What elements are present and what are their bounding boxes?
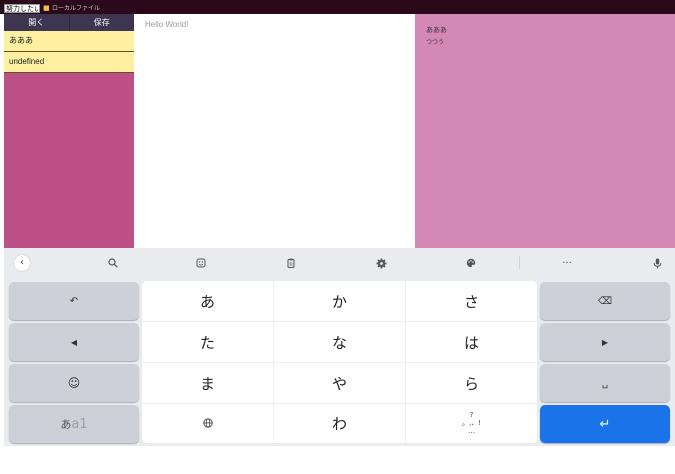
preview-line: あああ [426, 26, 447, 34]
backspace-key[interactable]: ⌫ [540, 282, 670, 320]
emoji-icon: ☺ [67, 376, 81, 390]
enter-key[interactable]: ↵ [540, 405, 670, 443]
emoji-key[interactable]: ☺ [9, 364, 139, 402]
key-ta[interactable]: た [142, 322, 273, 362]
space-key[interactable]: ␣ [540, 364, 670, 402]
top-bar: 努力したい ■ ローカルファイル [0, 0, 675, 14]
globe-icon [202, 418, 213, 428]
key-ma[interactable]: ま [142, 363, 273, 403]
palette-icon[interactable] [461, 248, 481, 278]
top-search-input[interactable]: 努力したい [4, 4, 40, 13]
undo-key[interactable]: ↶ [9, 282, 139, 320]
undo-icon: ↶ [69, 295, 79, 307]
kana-key-panel: あ か さ た な は ま や ら わ ? 。,、! … [142, 281, 537, 443]
punct-mid: 。,、! [461, 419, 482, 427]
enter-icon: ↵ [599, 416, 611, 432]
cursor-right-key[interactable]: ▶ [540, 323, 670, 361]
arrow-left-icon: ◀ [70, 337, 78, 347]
key-wa[interactable]: わ [274, 403, 405, 443]
punct-top: ? [469, 411, 474, 419]
preview-pane: あああ つつう [415, 14, 675, 248]
open-button[interactable]: 開く [4, 14, 69, 31]
key-ka[interactable]: か [274, 281, 405, 321]
space-icon: ␣ [601, 377, 609, 389]
toolbar-divider [519, 256, 520, 269]
sidebar-header: 開く 保存 [4, 14, 134, 31]
arrow-right-icon: ▶ [601, 337, 609, 347]
editor-placeholder: Hello World! [145, 20, 189, 29]
key-na[interactable]: な [274, 322, 405, 362]
save-button[interactable]: 保存 [68, 14, 135, 31]
file-list-item[interactable]: undefined [4, 52, 134, 73]
editor-textarea[interactable]: Hello World! [134, 14, 415, 248]
file-list-item[interactable]: あああ [4, 31, 134, 52]
backspace-icon: ⌫ [597, 295, 613, 307]
chevron-left-icon[interactable]: ‹ [14, 255, 30, 271]
settings-icon[interactable] [371, 248, 391, 278]
key-a[interactable]: あ [142, 281, 273, 321]
folder-icon: ■ [43, 4, 50, 12]
sticker-icon[interactable] [191, 248, 211, 278]
sidebar: 開く 保存 あああ undefined [4, 14, 134, 248]
keyboard-toolbar: ‹ ··· [4, 248, 675, 278]
globe-key[interactable] [142, 403, 273, 443]
clipboard-icon[interactable] [281, 248, 301, 278]
top-status-text: ローカルファイル [52, 5, 101, 12]
key-ya[interactable]: や [274, 363, 405, 403]
more-icon[interactable]: ··· [557, 248, 577, 278]
on-screen-keyboard: ‹ ··· ↶ ◀ ☺ あ a1 あ か さ た な は ま や ら わ ? 。… [4, 248, 675, 446]
mic-icon[interactable] [647, 248, 667, 278]
key-sa[interactable]: さ [406, 281, 537, 321]
punct-bottom: … [468, 427, 475, 435]
cursor-left-key[interactable]: ◀ [9, 323, 139, 361]
mode-alt-label: a1 [71, 416, 88, 432]
mode-label: あ [60, 418, 72, 431]
input-mode-key[interactable]: あ a1 [9, 405, 139, 443]
punctuation-key[interactable]: ? 。,、! … [406, 403, 537, 443]
key-ha[interactable]: は [406, 322, 537, 362]
preview-line: つつう [426, 39, 445, 46]
bottom-strip [0, 446, 675, 474]
search-icon[interactable] [103, 248, 123, 278]
key-ra[interactable]: ら [406, 363, 537, 403]
